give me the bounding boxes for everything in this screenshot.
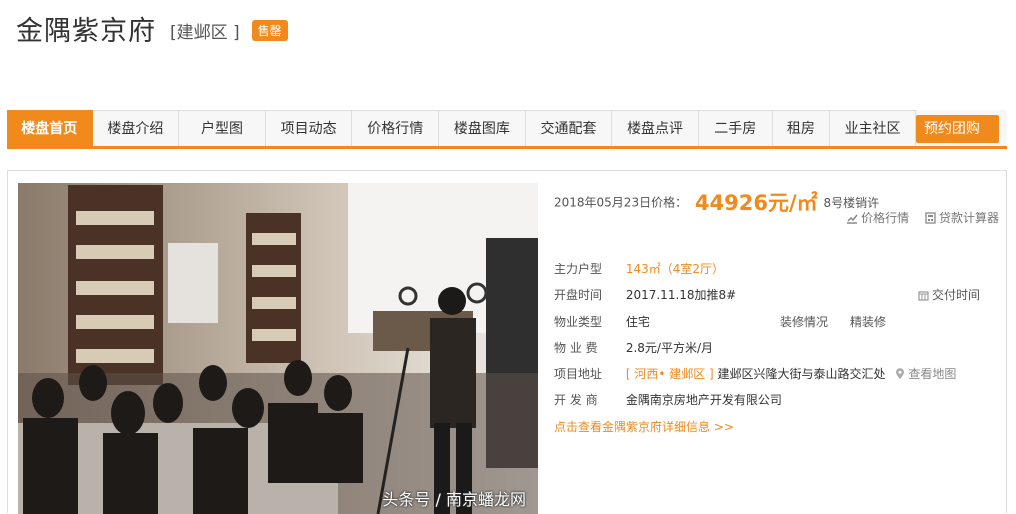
nav-tab-news[interactable]: 项目动态 — [265, 110, 353, 146]
detail-row: 点击查看金隅紫京府详细信息 >> — [554, 418, 734, 434]
preorder-label: 预约团购 — [923, 121, 980, 137]
detail-info-link[interactable]: 点击查看金隅紫京府详细信息 >> — [554, 420, 734, 434]
status-badge: 售罄 — [251, 19, 288, 41]
chart-icon — [846, 212, 858, 227]
nav-tab-reviews[interactable]: 楼盘点评 — [612, 110, 699, 146]
property-photo[interactable]: 头条号 / 南京蟠龙网 — [18, 183, 538, 514]
info-row-type: 物业类型 住宅 装修情况 精装修 — [554, 313, 999, 329]
property-title: 金隅紫京府 — [16, 15, 156, 47]
info-row-developer: 开 发 商 金隅南京房地产开发有限公司 — [554, 391, 782, 407]
fee-value: 2.8元/平方米/月 — [625, 341, 713, 355]
building-icon — [918, 290, 929, 304]
info-row-layout: 主力户型 143㎡（4室2厅） — [554, 260, 724, 276]
type-label: 物业类型 — [554, 315, 603, 329]
map-pin-icon — [895, 368, 905, 383]
delivery-label: 交付时间 — [932, 288, 981, 302]
nav-tab-transport[interactable]: 交通配套 — [525, 110, 613, 146]
price-row: 2018年05月23日价格： 44926元/㎡ 8号楼销许 — [554, 187, 880, 215]
nav-tab-prices[interactable]: 价格行情 — [352, 110, 440, 146]
calculator-icon — [925, 212, 936, 227]
decoration-value: 精装修 — [850, 315, 887, 329]
layout-value[interactable]: 143㎡（4室2厅） — [626, 262, 724, 276]
district-tag[interactable]: [建邺区 ] — [170, 18, 240, 43]
info-row-fee: 物 业 费 2.8元/平方米/月 — [554, 339, 713, 355]
nav-tab-rent[interactable]: 租房 — [772, 110, 831, 146]
loan-calculator-link[interactable]: 贷款计算器 — [925, 211, 999, 225]
info-row-open: 开盘时间 2017.11.18加推8# 交付时间 — [554, 286, 999, 302]
type-value: 住宅 — [625, 315, 650, 329]
page-header: 金隅紫京府 [建邺区 ] 售罄 — [16, 8, 288, 48]
preorder-button[interactable]: 预约团购 ▾ — [915, 115, 1000, 165]
nav-tab-gallery[interactable]: 楼盘图库 — [439, 110, 526, 146]
price-value: 44926元/㎡ — [694, 191, 818, 215]
price-date: 2018年05月23日价格： — [554, 195, 688, 210]
event-photo-image — [18, 183, 538, 514]
price-tools: 价格行情 贷款计算器 — [834, 209, 999, 227]
nav-tab-floorplans[interactable]: 户型图 — [179, 110, 266, 146]
main-nav: 楼盘首页 楼盘介绍 户型图 项目动态 价格行情 楼盘图库 交通配套 楼盘点评 二… — [7, 110, 1007, 165]
info-row-address: 项目地址 [ 河西• 建邺区 ] 建邺区兴隆大街与泰山路交汇处 查看地图 — [554, 365, 956, 381]
open-label: 开盘时间 — [554, 288, 603, 302]
loan-calculator-label: 贷款计算器 — [938, 211, 999, 225]
layout-label: 主力户型 — [554, 262, 603, 276]
address-label: 项目地址 — [554, 367, 603, 381]
delivery-time: 交付时间 — [918, 286, 980, 304]
nav-tab-resale[interactable]: 二手房 — [698, 110, 773, 146]
price-trend-link[interactable]: 价格行情 — [846, 211, 913, 225]
developer-value: 金隅南京房地产开发有限公司 — [625, 393, 782, 407]
nav-tab-community[interactable]: 业主社区 — [830, 110, 916, 146]
property-panel: 头条号 / 南京蟠龙网 2018年05月23日价格： 44926元/㎡ 8号楼销… — [7, 170, 1007, 514]
address-street: 建邺区兴隆大街与泰山路交汇处 — [717, 367, 886, 381]
watermark: 头条号 / 南京蟠龙网 — [382, 490, 526, 509]
open-value: 2017.11.18加推8# — [625, 288, 737, 302]
caret-down-icon: ▾ — [923, 149, 931, 165]
nav-tab-intro[interactable]: 楼盘介绍 — [92, 110, 180, 146]
decoration-label: 装修情况 — [780, 315, 829, 329]
view-map-link[interactable]: 查看地图 — [895, 367, 956, 381]
view-map-label: 查看地图 — [908, 367, 957, 381]
price-trend-label: 价格行情 — [861, 211, 910, 225]
price-note: 8号楼销许 — [823, 195, 880, 210]
address-region[interactable]: [ 河西• 建邺区 ] — [626, 367, 714, 381]
nav-tab-home[interactable]: 楼盘首页 — [7, 110, 93, 146]
fee-label: 物 业 费 — [554, 341, 598, 355]
developer-label: 开 发 商 — [554, 393, 598, 407]
